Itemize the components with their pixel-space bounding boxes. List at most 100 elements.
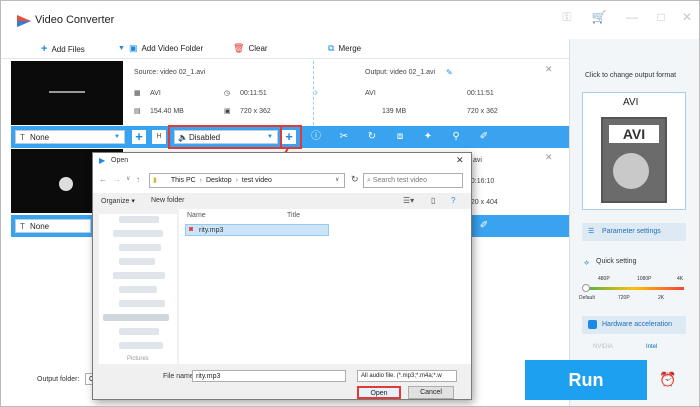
maximize-button[interactable]: □ [651,9,671,25]
avi-badge: AVI [609,125,659,143]
q-2k: 2K [658,295,665,301]
crop-icon[interactable]: ⧈ [394,131,406,143]
hardware-acceleration-button[interactable]: Hardware acceleration [582,316,686,334]
chip-icon [588,320,597,329]
nvidia-option[interactable]: NVIDIA [593,344,613,350]
organize-label: Organize [101,198,130,205]
quality-slider-thumb[interactable] [582,284,590,292]
add-files-button[interactable]: + Add Files [41,43,85,55]
refresh-icon[interactable]: ↻ [351,174,359,185]
effects-wand-icon[interactable]: ✦ [422,131,434,143]
path-test-video[interactable]: test video [242,177,272,184]
new-folder-button[interactable]: New folder [151,197,184,204]
column-title[interactable]: Title [287,212,300,219]
parameter-settings-button[interactable]: ☰ Parameter settings [582,223,686,241]
address-bar[interactable]: ▮ This PC › Desktop › test video [149,173,345,188]
edit-subtitle-icon[interactable]: ✐ [478,131,490,143]
dialog-close-icon[interactable]: ✕ [456,155,464,166]
format-selector[interactable]: AVI AVI [582,92,686,210]
run-button[interactable]: Run [525,360,647,400]
q-4k: 4K [677,276,684,282]
close-button[interactable]: ✕ [677,9,697,25]
text-icon: T [20,222,25,231]
quick-setting-label: Quick setting [596,258,637,265]
search-icon: ⌕ [367,177,371,184]
clear-label: Clear [248,44,268,53]
path-this-pc[interactable]: This PC [171,177,196,184]
video-thumbnail-1[interactable] [11,61,123,125]
filename-input[interactable]: rity.mp3 [192,370,346,382]
subtitle-value-2: None [30,222,50,231]
open-button[interactable]: Open [357,386,401,399]
watermark-icon[interactable]: ⚲ [450,131,462,143]
add-audio-highlight [280,125,302,149]
preview-pane-icon[interactable]: ▯ [431,196,435,205]
alarm-clock-icon[interactable]: ⏰ [659,371,676,388]
subtitle-select[interactable]: T None ▼ [15,130,125,144]
format-name: AVI [623,97,639,108]
hard-subtitle-icon[interactable]: H [152,130,166,144]
info-icon[interactable]: ⓘ [310,131,322,143]
app-title: Video Converter [35,14,115,26]
output-format-panel: Click to change output format AVI AVI ☰ … [569,39,699,406]
tree-item-pictures[interactable]: Pictures [127,356,149,362]
address-dropdown-icon[interactable]: ∨ [335,176,339,183]
plus-icon: + [41,43,48,55]
edit-pencil-icon[interactable]: ✎ [446,68,453,77]
app-logo-icon [17,15,31,27]
output-folder-label: Output folder: [37,376,80,383]
cancel-label: Cancel [420,389,442,396]
add-video-folder-button[interactable]: ▼ ▣ Add Video Folder [118,43,203,54]
q-720p: 720P [618,295,630,301]
minimize-button[interactable]: — [622,9,642,25]
add-subtitle-button[interactable]: + [132,130,146,144]
add-folder-label: Add Video Folder [141,44,204,53]
chevron-down-icon: ▼ [267,134,273,140]
intel-option[interactable]: Intel [646,344,657,350]
app-window: Video Converter ⚿ 🛒 — □ ✕ + Add Files ▼ … [0,0,700,407]
recent-chevron-icon[interactable]: ∨ [126,175,130,182]
clear-button[interactable]: 🗑 Clear [233,43,268,54]
cancel-button[interactable]: Cancel [408,386,454,399]
back-icon[interactable]: ← [99,175,107,184]
remove-item-icon[interactable]: ✕ [545,64,553,75]
rotate-icon[interactable]: ↻ [366,131,378,143]
folder-plus-icon: ▣ [128,43,138,53]
column-name[interactable]: Name [187,212,206,219]
cart-icon[interactable]: 🛒 [589,9,609,25]
audio-track-select[interactable]: 🔈 Disabled ▼ [174,130,278,144]
navigation-tree[interactable]: Pictures [99,214,177,364]
text-icon: T [20,133,25,142]
source-format: AVI [150,90,161,97]
cut-icon[interactable]: ✂ [338,131,350,143]
size-icon: ▤ [134,108,141,115]
q-480p: 480P [598,276,610,282]
search-field[interactable]: ⌕ Search test video [363,173,463,188]
key-icon[interactable]: ⚿ [557,9,577,25]
merge-button[interactable]: ⧉ Merge [328,43,361,54]
avi-format-icon: AVI [601,117,667,203]
organize-menu[interactable]: Organize ▾ [101,197,135,205]
up-icon[interactable]: ↑ [136,175,140,184]
path-desktop[interactable]: Desktop [206,177,232,184]
q-default: Default [579,295,595,301]
edit-subtitle-icon[interactable]: ✐ [478,220,490,232]
source-resolution: 720 x 362 [240,108,271,115]
arrow-right-icon: › [314,85,318,99]
resolution-icon: ▣ [224,108,231,115]
sliders-icon: ☰ [588,228,595,235]
filename-value: rity.mp3 [196,373,221,380]
source-size: 154.40 MB [150,108,184,115]
view-options-icon[interactable]: ☰▾ [403,196,414,205]
subtitle-select-2[interactable]: T None [15,219,91,233]
quality-slider[interactable] [584,287,684,290]
dialog-command-bar: Organize ▾ New folder ☰▾ ▯ ? [93,193,471,209]
help-icon[interactable]: ? [451,196,455,205]
hardware-acceleration-label: Hardware acceleration [602,321,673,328]
disc-icon [613,153,649,189]
remove-item-icon[interactable]: ✕ [545,152,553,163]
file-item-rity[interactable]: ◙ rity.mp3 [185,224,329,236]
filetype-select[interactable]: All audio file. (*.mp3;*.m4a;*.w [357,370,457,382]
dropdown-arrow-icon: ▼ [118,45,125,52]
forward-icon[interactable]: → [113,175,121,184]
